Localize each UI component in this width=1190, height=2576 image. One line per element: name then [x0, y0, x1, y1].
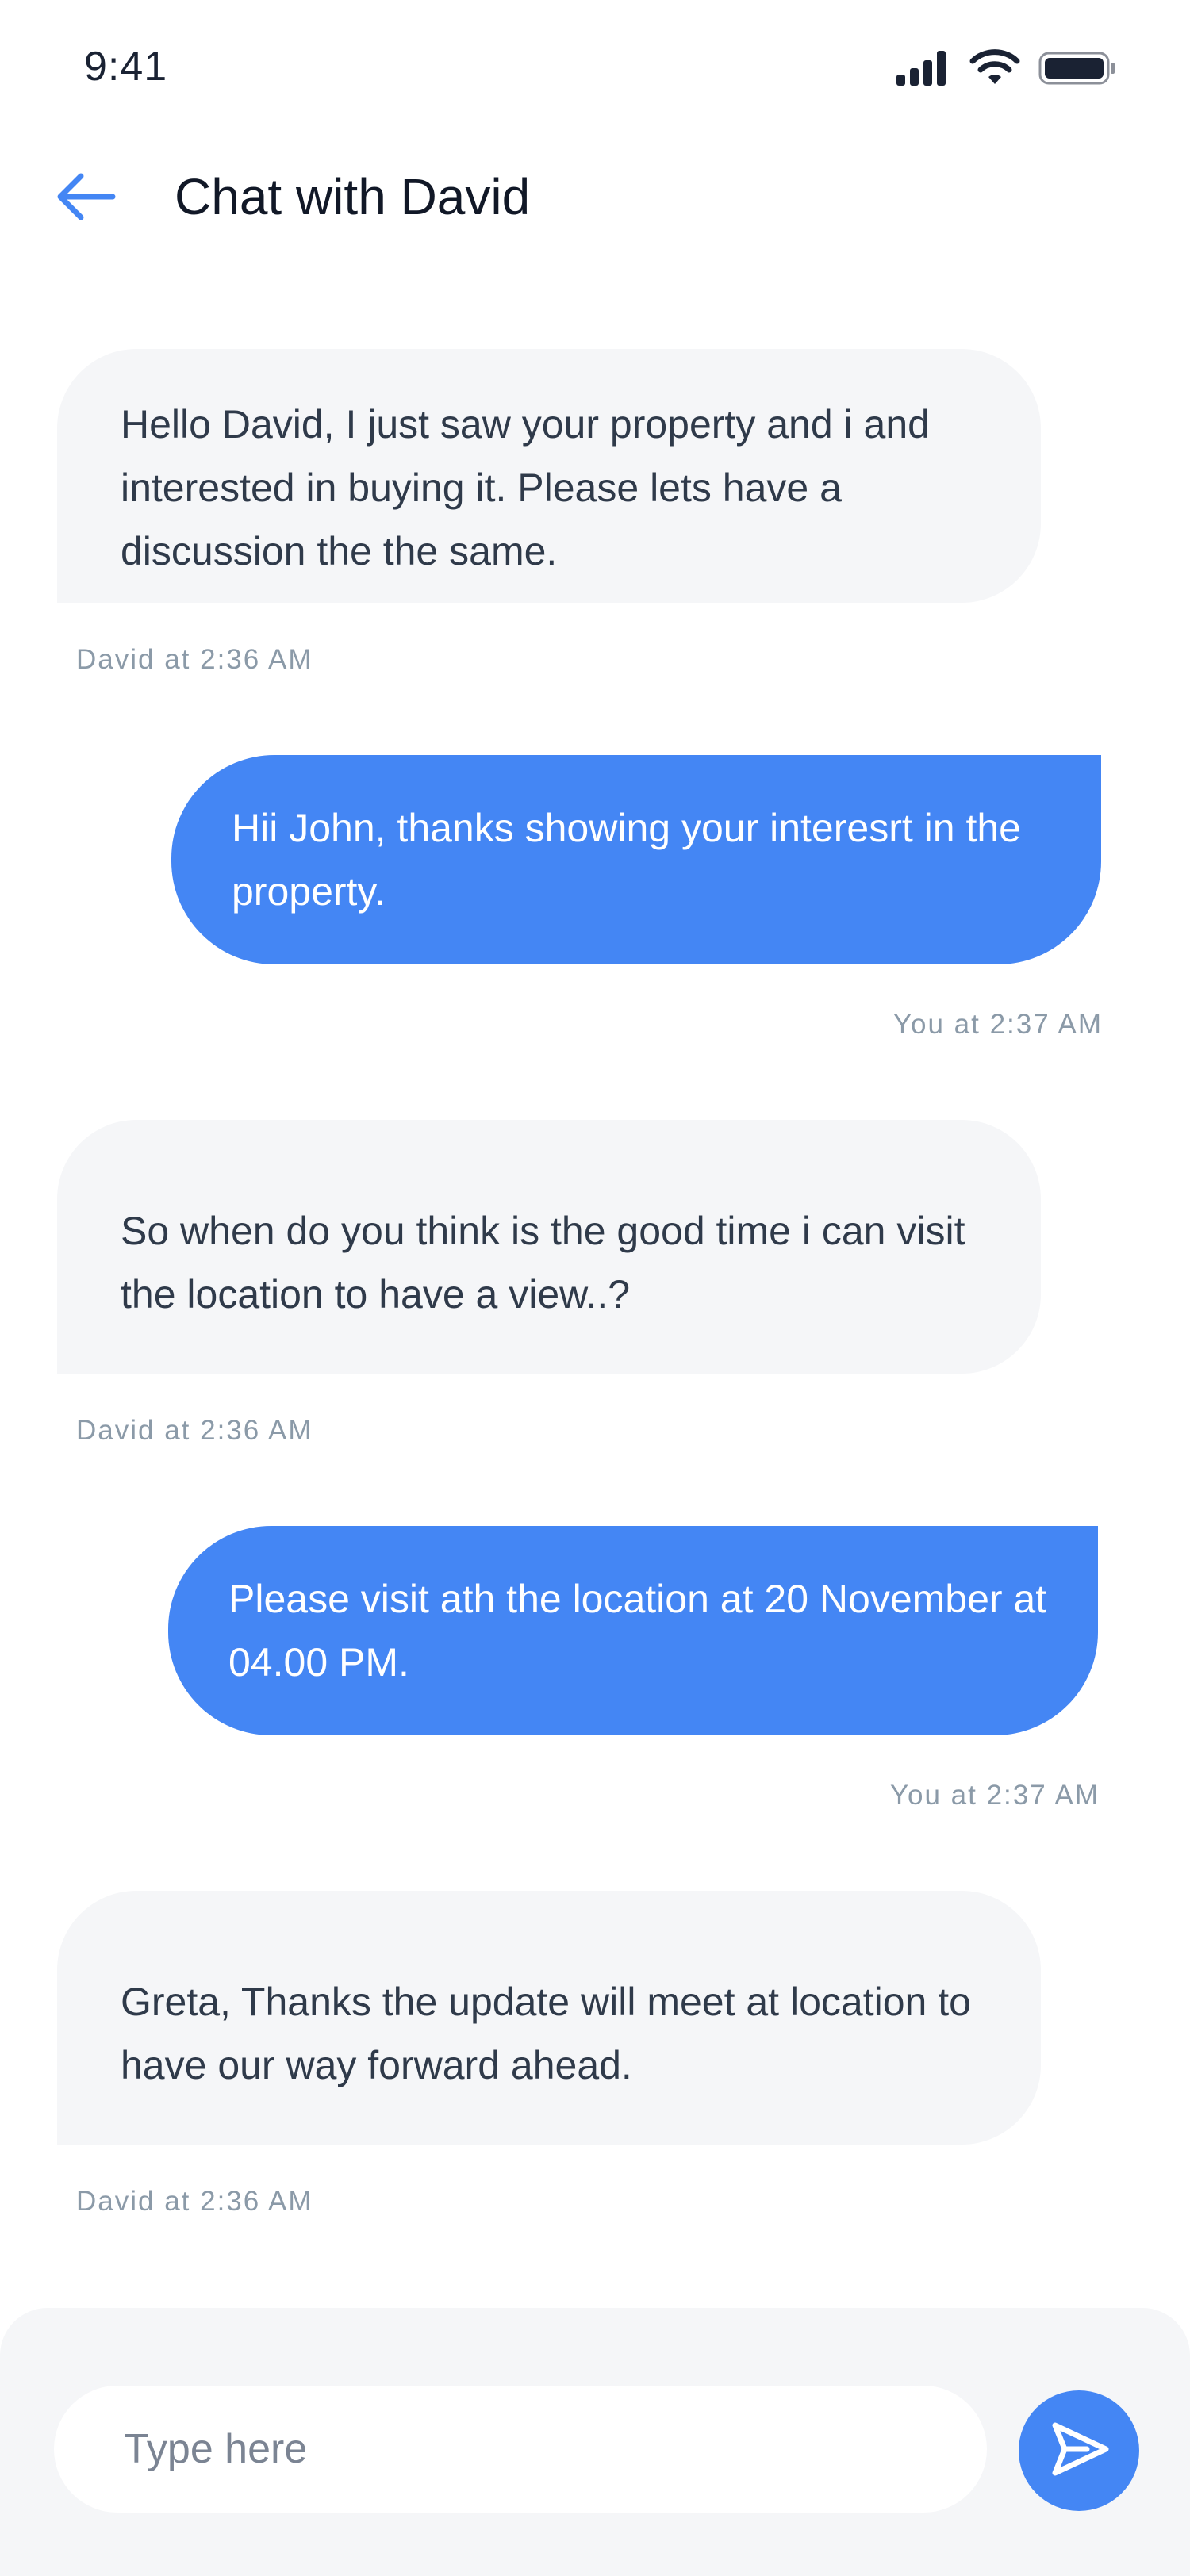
message-timestamp: David at 2:36 AM	[76, 644, 313, 675]
page-title: Chat with David	[175, 168, 531, 225]
message-timestamp: You at 2:37 AM	[889, 1780, 1100, 1811]
chat-header: Chat with David	[0, 151, 1190, 246]
send-icon	[1046, 2416, 1112, 2486]
message-bubble-incoming: Hello David, I just saw your property an…	[57, 349, 1041, 603]
message-timestamp: David at 2:36 AM	[76, 2186, 313, 2217]
arrow-left-icon	[54, 171, 117, 226]
message-bubble-incoming: Greta, Thanks the update will meet at lo…	[57, 1891, 1041, 2145]
message-composer	[0, 2308, 1190, 2576]
back-button[interactable]	[48, 167, 124, 230]
message-bubble-outgoing: Hii John, thanks showing your interesrt …	[171, 755, 1101, 964]
battery-icon	[1038, 49, 1117, 91]
message-input[interactable]	[122, 2425, 987, 2474]
message-text: Hello David, I just saw your property an…	[121, 402, 930, 573]
status-icons	[895, 48, 1117, 91]
message-text: So when do you think is the good time i …	[121, 1209, 965, 1317]
message-timestamp: David at 2:36 AM	[76, 1415, 313, 1446]
message-input-wrapper[interactable]	[54, 2386, 987, 2513]
status-time: 9:41	[84, 44, 168, 90]
message-bubble-outgoing: Please visit ath the location at 20 Nove…	[168, 1526, 1098, 1735]
send-button[interactable]	[1019, 2390, 1139, 2511]
cellular-signal-icon	[895, 49, 952, 91]
message-text: Greta, Thanks the update will meet at lo…	[121, 1980, 971, 2087]
message-text: Please visit ath the location at 20 Nove…	[228, 1577, 1047, 1685]
message-timestamp: You at 2:37 AM	[892, 1009, 1103, 1040]
message-text: Hii John, thanks showing your interesrt …	[232, 806, 1021, 914]
wifi-icon	[969, 48, 1020, 91]
message-bubble-incoming: So when do you think is the good time i …	[57, 1120, 1041, 1374]
status-bar: 9:41	[0, 0, 1190, 143]
